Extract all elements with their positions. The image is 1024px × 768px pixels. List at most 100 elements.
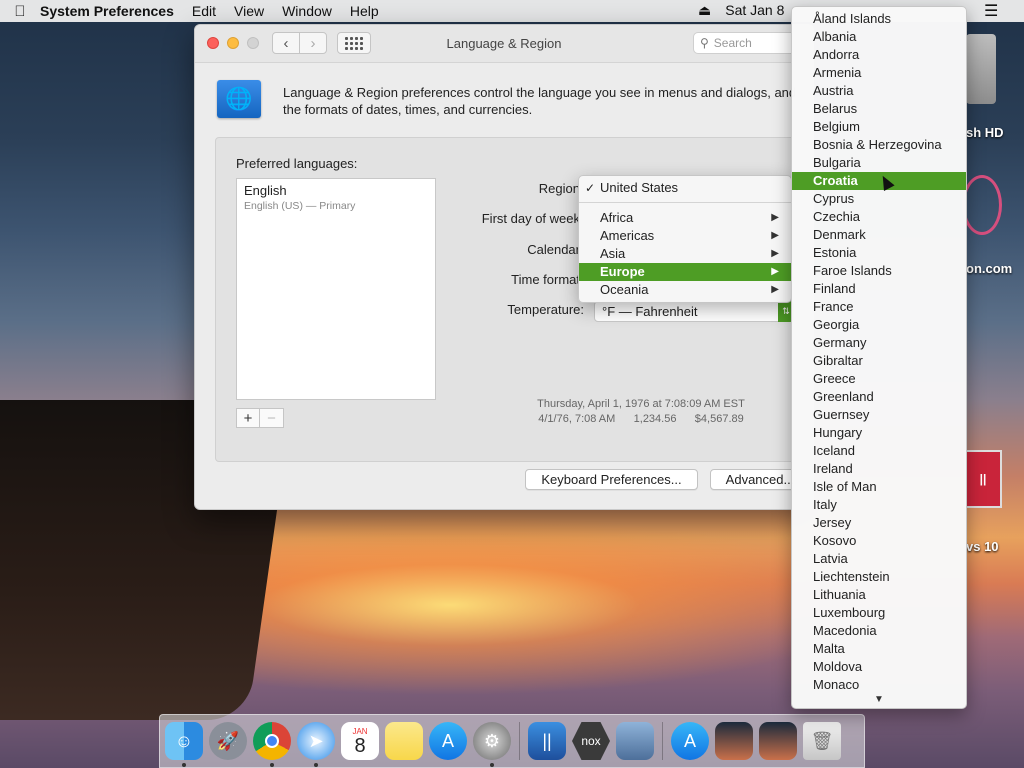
parallels-desktop-icon[interactable]: ||: [528, 722, 566, 760]
pane-description: Language & Region preferences control th…: [283, 85, 797, 117]
country-item[interactable]: Estonia: [792, 244, 966, 262]
country-item[interactable]: Bosnia & Herzegovina: [792, 136, 966, 154]
country-item[interactable]: Germany: [792, 334, 966, 352]
app-store-icon[interactable]: A: [429, 722, 467, 760]
submenu-arrow-icon: ▶: [771, 230, 779, 241]
country-item[interactable]: Georgia: [792, 316, 966, 334]
region-group-asia[interactable]: Asia ▶: [579, 245, 791, 263]
country-item[interactable]: Iceland: [792, 442, 966, 460]
country-item[interactable]: Isle of Man: [792, 478, 966, 496]
country-item[interactable]: Czechia: [792, 208, 966, 226]
launchpad-icon[interactable]: 🚀: [209, 722, 247, 760]
sample-numbers: 4/1/76, 7:08 AM 1,234.56 $4,567.89: [538, 413, 744, 425]
preview-icon[interactable]: [616, 722, 654, 760]
language-item-detail: English (US) — Primary: [244, 200, 356, 212]
region-group-label: Asia: [600, 246, 626, 261]
parallels-label[interactable]: vs 10: [966, 539, 999, 554]
apple-icon[interactable]: : [0, 3, 40, 20]
country-item[interactable]: Finland: [792, 280, 966, 298]
country-item[interactable]: Liechtenstein: [792, 568, 966, 586]
country-item[interactable]: Macedonia: [792, 622, 966, 640]
first-day-label: First day of week: [481, 211, 580, 226]
country-item[interactable]: Greece: [792, 370, 966, 388]
country-item[interactable]: Malta: [792, 640, 966, 658]
keyboard-preferences-button[interactable]: Keyboard Preferences...: [525, 469, 698, 490]
country-item[interactable]: Cyprus: [792, 190, 966, 208]
region-group-oceania[interactable]: Oceania ▶: [579, 281, 791, 299]
menu-separator: [579, 202, 791, 203]
country-list: Åland Islands Albania Andorra Armenia Austri…: [792, 10, 966, 694]
region-label: Region: [538, 181, 580, 196]
country-item[interactable]: Ireland: [792, 460, 966, 478]
remove-language-button[interactable]: −: [260, 408, 284, 428]
wallpaper-thumbnail-icon[interactable]: [759, 722, 797, 760]
country-item[interactable]: Moldova: [792, 658, 966, 676]
country-item[interactable]: Belgium: [792, 118, 966, 136]
chrome-icon[interactable]: [253, 722, 291, 767]
preferred-languages-label: Preferred languages:: [236, 156, 358, 171]
country-item[interactable]: Armenia: [792, 64, 966, 82]
country-item[interactable]: Gibraltar: [792, 352, 966, 370]
region-current-item[interactable]: ✓ United States: [579, 179, 791, 197]
menu-view[interactable]: View: [234, 3, 264, 19]
region-group-europe[interactable]: Europe ▶: [579, 263, 791, 281]
menu-app-name[interactable]: System Preferences: [40, 3, 174, 19]
time-format-label: Time format: [511, 272, 580, 287]
scroll-down-arrow-icon[interactable]: ▼: [792, 694, 966, 705]
country-item[interactable]: Austria: [792, 82, 966, 100]
country-item[interactable]: Greenland: [792, 388, 966, 406]
country-item[interactable]: Bulgaria: [792, 154, 966, 172]
country-item[interactable]: Åland Islands: [792, 10, 966, 28]
country-item[interactable]: Denmark: [792, 226, 966, 244]
country-item[interactable]: France: [792, 298, 966, 316]
system-preferences-icon[interactable]: ⚙: [473, 722, 511, 767]
country-item[interactable]: Guernsey: [792, 406, 966, 424]
app-store-folder-icon[interactable]: A: [671, 722, 709, 760]
notes-icon[interactable]: [385, 722, 423, 760]
region-group-label: Americas: [600, 228, 655, 243]
country-item[interactable]: Luxembourg: [792, 604, 966, 622]
region-group-africa[interactable]: Africa ▶: [579, 209, 791, 227]
search-placeholder: Search: [713, 36, 752, 50]
calendar-icon[interactable]: JAN 8: [341, 722, 379, 760]
hard-drive-label[interactable]: sh HD: [966, 125, 1004, 140]
temperature-popup[interactable]: °F — Fahrenheit ⇅: [594, 301, 794, 322]
parallels-icon[interactable]: ||: [964, 450, 1002, 508]
trash-icon[interactable]: 🗑: [803, 722, 841, 760]
country-item[interactable]: Italy: [792, 496, 966, 514]
notification-center-icon[interactable]: ☰: [984, 1, 998, 21]
country-item[interactable]: Belarus: [792, 100, 966, 118]
dock-separator: [519, 722, 520, 760]
safari-icon[interactable]: ➤: [297, 722, 335, 767]
country-item[interactable]: Monaco: [792, 676, 966, 694]
finder-icon[interactable]: ☺: [165, 722, 203, 767]
country-item[interactable]: Kosovo: [792, 532, 966, 550]
checkmark-icon: ✓: [585, 181, 596, 195]
search-field[interactable]: ⚲ Search: [693, 32, 803, 54]
language-list[interactable]: English English (US) — Primary: [236, 178, 436, 400]
country-item[interactable]: Andorra: [792, 46, 966, 64]
region-current-label: United States: [600, 180, 679, 195]
eject-icon[interactable]: ⏏: [698, 2, 711, 19]
hard-drive-icon[interactable]: [966, 34, 996, 104]
atom-app-label[interactable]: on.com: [966, 261, 1012, 276]
wallpaper-thumbnail-icon[interactable]: [715, 722, 753, 760]
atom-app-icon[interactable]: [962, 175, 1002, 235]
menu-help[interactable]: Help: [350, 3, 379, 19]
menu-clock[interactable]: Sat Jan 8: [725, 2, 784, 19]
temperature-value: °F — Fahrenheit: [602, 304, 698, 319]
country-item[interactable]: Latvia: [792, 550, 966, 568]
country-item[interactable]: Hungary: [792, 424, 966, 442]
add-language-button[interactable]: +: [236, 408, 260, 428]
menu-window[interactable]: Window: [282, 3, 332, 19]
language-item-name[interactable]: English: [244, 183, 287, 198]
country-item[interactable]: Jersey: [792, 514, 966, 532]
nox-icon[interactable]: nox: [572, 722, 610, 760]
country-item[interactable]: Lithuania: [792, 586, 966, 604]
submenu-arrow-icon: ▶: [771, 284, 779, 295]
menu-edit[interactable]: Edit: [192, 3, 216, 19]
country-item[interactable]: Faroe Islands: [792, 262, 966, 280]
country-submenu: Åland Islands Albania Andorra Armenia Austri…: [791, 6, 967, 709]
country-item[interactable]: Albania: [792, 28, 966, 46]
region-group-americas[interactable]: Americas ▶: [579, 227, 791, 245]
